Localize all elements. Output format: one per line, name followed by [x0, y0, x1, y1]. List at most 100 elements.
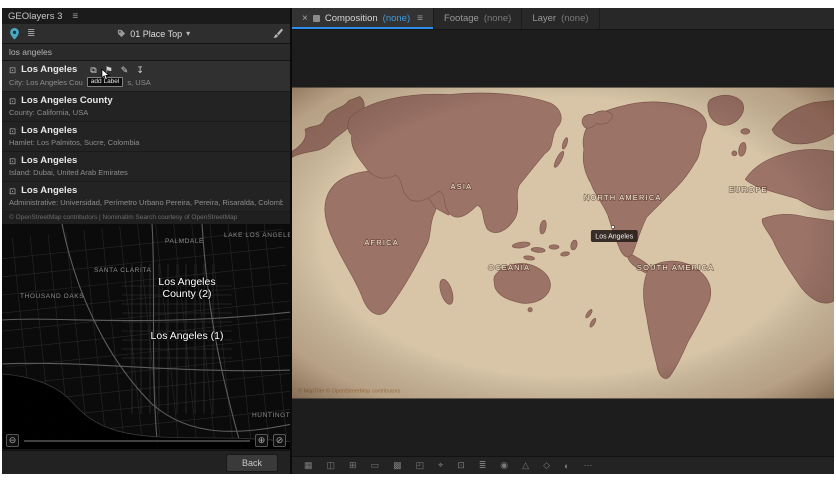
place-label: LAKE LOS ANGELES	[224, 232, 290, 239]
tab-footage[interactable]: Footage (none)	[434, 8, 522, 29]
toolbar-left-group: ≣	[9, 28, 35, 40]
expand-icon[interactable]: ⧉	[90, 64, 96, 76]
layers-icon[interactable]: ≣	[27, 29, 35, 39]
magnification-icon[interactable]: ⊞	[349, 460, 357, 471]
panel-menu-icon[interactable]: ≡	[417, 13, 423, 24]
zoom-out-button[interactable]: ⊖	[6, 434, 19, 447]
preview-zoom-bar: ⊖ ⊕ ⊘	[6, 434, 286, 447]
cluster-label-line1: Los Angeles	[122, 276, 252, 288]
geolayers-panel: GEOlayers 3 ≡ ≣ 01 Place Top ▾	[2, 8, 292, 474]
geolayers-toolbar: ≣ 01 Place Top ▾	[2, 24, 290, 44]
result-name: Los Angeles	[21, 185, 77, 197]
panel-footer: Back	[2, 450, 290, 474]
search-result-item[interactable]: ⊡ Los Angeles Hamlet: Los Palmitos, Sucr…	[2, 122, 290, 152]
composition-viewport[interactable]: ASIA AFRICA OCEANIA NORTH AMERICA SOUTH …	[292, 30, 834, 456]
guides-icon[interactable]: ≣	[479, 460, 487, 471]
target-icon[interactable]: ⌖	[438, 460, 443, 471]
search-results-list: ⊡ Los Angeles ⧉ ⚑ ✎ ↧ Cit	[2, 61, 290, 212]
place-label: PALMDALE	[165, 238, 204, 245]
result-name: Los Angeles	[21, 125, 77, 137]
style-dropdown[interactable]: 01 Place Top ▾	[112, 28, 195, 40]
result-name: Los Angeles	[21, 64, 77, 76]
result-detail: City: Los Angeles Cou add Label s, USA	[9, 77, 283, 87]
result-detail: Island: Dubai, United Arab Emirates	[9, 168, 283, 177]
channels-icon[interactable]: ◫	[327, 460, 336, 471]
result-detail-left: City: Los Angeles Cou	[9, 78, 83, 87]
style-dropdown-label: 01 Place Top	[130, 29, 182, 39]
result-head: ⊡ Los Angeles	[9, 125, 283, 137]
viewer-toolbar: ▦ ◫ ⊞ ▭ ▩ ◰ ⌖ ⊡ ≣ ◉ △ ◇ ◐ ⋯	[292, 456, 834, 474]
panel-lock-icon	[313, 15, 320, 22]
result-detail: County: California, USA	[9, 108, 283, 117]
cluster-label-county[interactable]: Los Angeles County (2)	[122, 276, 252, 300]
cluster-label-line2: County (2)	[122, 288, 252, 300]
result-detail-left: Administrative: Universidad, Perímetro U…	[9, 198, 283, 207]
grid-icon[interactable]: ⊡	[457, 460, 465, 471]
panel-menu-icon[interactable]: ≡	[72, 11, 78, 22]
disable-map-button[interactable]: ⊘	[273, 434, 286, 447]
tab-layer[interactable]: Layer (none)	[522, 8, 599, 29]
brush-icon[interactable]	[272, 28, 283, 39]
result-name: Los Angeles County	[21, 95, 113, 107]
viewer-tabbar: × Composition (none) ≡ Footage (none) La…	[292, 8, 834, 30]
tab-composition[interactable]: × Composition (none) ≡	[292, 8, 434, 29]
zoom-slider[interactable]	[24, 440, 250, 442]
search-result-item[interactable]: ⊡ Los Angeles Island: Dubai, United Arab…	[2, 152, 290, 182]
search-result-item[interactable]: ⊡ Los Angeles ⧉ ⚑ ✎ ↧ Cit	[2, 61, 290, 92]
place-marker-icon: ⊡	[9, 155, 16, 167]
vignette-overlay	[292, 88, 834, 399]
region-icon[interactable]: ▭	[371, 460, 380, 471]
result-detail-right: s, USA	[127, 78, 150, 87]
map-preview[interactable]: PALMDALE LAKE LOS ANGELES SANTA CLARITA …	[2, 224, 290, 450]
place-marker-icon: ⊡	[9, 64, 16, 76]
place-marker-icon: ⊡	[9, 185, 16, 197]
edit-icon[interactable]: ✎	[121, 64, 129, 76]
result-actions: ⧉ ⚑ ✎ ↧	[90, 64, 144, 76]
mask-icon[interactable]: ◰	[416, 460, 425, 471]
threed-icon[interactable]: △	[522, 460, 529, 471]
result-head: ⊡ Los Angeles	[9, 155, 283, 167]
zoom-in-button[interactable]: ⊕	[255, 434, 268, 447]
tab-label: Composition	[325, 13, 378, 24]
world-map-image: ASIA AFRICA OCEANIA NORTH AMERICA SOUTH …	[292, 87, 834, 399]
place-label: THOUSAND OAKS	[20, 293, 84, 300]
result-name: Los Angeles	[21, 155, 77, 167]
search-result-item[interactable]: ⊡ Los Angeles Administrative: Universida…	[2, 182, 290, 212]
tab-label: Footage	[444, 13, 479, 24]
rulers-icon[interactable]: ◉	[500, 460, 508, 471]
cluster-label-city[interactable]: Los Angeles (1)	[122, 330, 252, 342]
tag-icon	[117, 29, 126, 38]
download-icon[interactable]: ↧	[136, 64, 144, 76]
tab-value: (none)	[484, 13, 511, 24]
close-icon[interactable]: ×	[302, 13, 308, 24]
snapshot-icon[interactable]: ▦	[304, 460, 313, 471]
result-detail: Hamlet: Los Palmitos, Sucre, Colombia	[9, 138, 283, 147]
place-label: HUNTINGTON	[252, 412, 290, 419]
map-attribution-line: © OpenStreetMap contributors | Nominatim…	[2, 212, 290, 224]
tab-label: Layer	[532, 13, 556, 24]
result-head: ⊡ Los Angeles ⧉ ⚑ ✎ ↧	[9, 64, 283, 76]
place-marker-icon: ⊡	[9, 125, 16, 137]
result-detail: Administrative: Universidad, Perímetro U…	[9, 198, 283, 207]
place-label: SANTA CLARITA	[94, 267, 151, 274]
result-head: ⊡ Los Angeles	[9, 185, 283, 197]
back-button[interactable]: Back	[226, 454, 278, 472]
result-detail-left: Hamlet: Los Palmitos, Sucre, Colombia	[9, 138, 139, 147]
screenshot-stage: GEOlayers 3 ≡ ≣ 01 Place Top ▾	[0, 0, 836, 484]
search-result-item[interactable]: ⊡ Los Angeles County County: California,…	[2, 92, 290, 122]
transparency-icon[interactable]: ▩	[393, 460, 402, 471]
app-window: GEOlayers 3 ≡ ≣ 01 Place Top ▾	[2, 8, 834, 474]
more-icon[interactable]: ⋯	[583, 460, 592, 471]
tab-value: (none)	[383, 13, 410, 24]
panel-title: GEOlayers 3	[8, 11, 62, 22]
geolayers-titlebar: GEOlayers 3 ≡	[2, 8, 290, 24]
camera-icon[interactable]: ◇	[543, 460, 550, 471]
place-marker-icon: ⊡	[9, 95, 16, 107]
exposure-icon[interactable]: ◐	[564, 461, 569, 471]
pin-icon[interactable]	[9, 28, 20, 40]
chevron-down-icon: ▾	[186, 29, 190, 38]
result-detail-left: County: California, USA	[9, 108, 88, 117]
result-detail-left: Island: Dubai, United Arab Emirates	[9, 168, 128, 177]
tab-value: (none)	[561, 13, 588, 24]
search-input[interactable]	[2, 44, 290, 61]
